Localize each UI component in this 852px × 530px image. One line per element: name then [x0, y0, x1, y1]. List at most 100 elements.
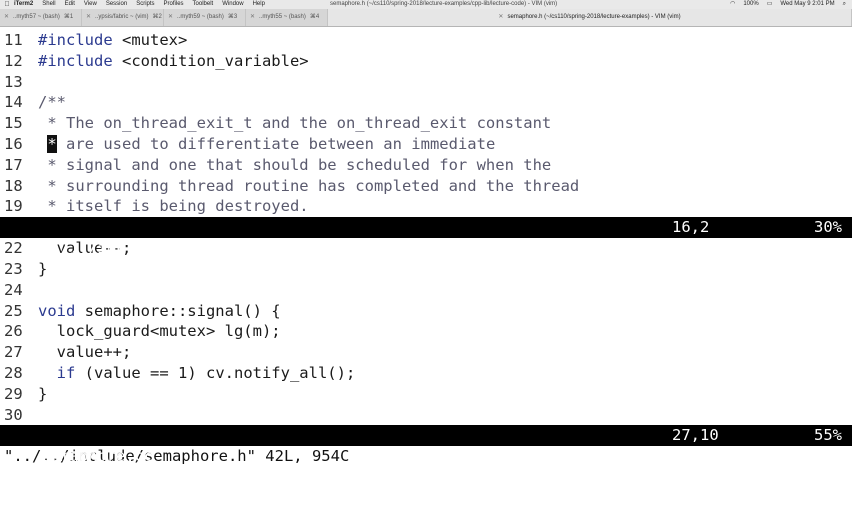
bottom-status-percent: 55%	[814, 426, 842, 445]
code-line[interactable]: 27 value++;	[0, 342, 852, 363]
menu-item-toolbelt[interactable]: Toolbelt	[193, 0, 214, 9]
line-number: 30	[4, 405, 23, 424]
top-status-percent: 30%	[814, 218, 842, 237]
close-tab-icon[interactable]: ✕	[498, 9, 503, 26]
code-line[interactable]: 19 * itself is being destroyed.	[0, 196, 852, 217]
code-line[interactable]: 11 #include <mutex>	[0, 30, 852, 51]
line-number: 28	[4, 363, 23, 382]
tab-bar: ✕ ..myth57 ~ (bash) ⌘1 ✕ ..ypsis/fabric ~ (v…	[0, 9, 852, 27]
top-pane[interactable]: 11 #include <mutex> 12 #include <condition_…	[0, 30, 852, 217]
tab-1[interactable]: ✕ ..myth57 ~ (bash) ⌘1	[0, 9, 82, 26]
close-tab-icon[interactable]: ✕	[250, 9, 255, 26]
apple-icon[interactable]: 	[0, 0, 14, 9]
code-line[interactable]: 26 lock_guard<mutex> lg(m);	[0, 321, 852, 342]
tab-shortcut: ⌘4	[309, 14, 320, 20]
battery-icon[interactable]: ▭	[767, 0, 773, 9]
status-area: ◠ 100% ▭ Wed May 9 2:01 PM ⌕	[730, 0, 846, 9]
bottom-status-line: semaphore.cc 27,10 55%	[0, 425, 852, 465]
bottom-pane[interactable]: 22 value--;23}2425void semaphore::signal…	[0, 238, 852, 425]
top-status-file: ../../include/semaphore.h	[41, 239, 275, 258]
tab-shortcut: ⌘2	[152, 14, 162, 20]
code-line[interactable]: 17 * signal and one that should be sched…	[0, 155, 852, 176]
code-token: <mutex>	[112, 31, 188, 49]
code-line[interactable]: 16 * are used to differentiate between a…	[0, 134, 852, 155]
top-status-position: 16,2	[672, 218, 710, 237]
menu-item-edit[interactable]: Edit	[65, 0, 75, 9]
vim-editor[interactable]: 11 #include <mutex> 12 #include <condition_…	[0, 30, 852, 467]
code-token: /**	[38, 93, 66, 112]
line-number: 26	[4, 322, 23, 341]
tab-label: ..ypsis/fabric ~ (vim)	[95, 14, 149, 20]
menu-items: Shell Edit View Session Scripts Profiles Toolb…	[42, 0, 274, 9]
code-token: * The on_thread_exit_t and the on_thread…	[38, 114, 552, 133]
tab-5[interactable]: ✕ semaphore.h (~/cs110/spring-2018/lectur…	[328, 9, 852, 26]
code-token: are used to differentiate between an imm…	[56, 134, 496, 153]
close-tab-icon[interactable]: ✕	[168, 9, 173, 26]
line-number: 11	[4, 31, 23, 49]
code-line[interactable]: 12 #include <condition_variable>	[0, 51, 852, 72]
line-number: 27	[4, 343, 23, 362]
tab-4[interactable]: ✕ ..myth55 ~ (bash) ⌘4	[246, 9, 328, 26]
window-title: semaphore.h (~/cs110/spring-2018/lecture…	[330, 1, 558, 7]
line-number: 18	[4, 176, 23, 195]
code-token: if	[56, 363, 76, 382]
line-number: 15	[4, 114, 23, 133]
line-number: 16	[4, 134, 23, 153]
code-token: void	[38, 301, 76, 320]
search-icon[interactable]: ⌕	[843, 0, 846, 9]
code-token: lock_guard<mutex> lg(m);	[38, 322, 281, 341]
code-token: #include	[38, 51, 113, 70]
tab-label: ..myth59 ~ (bash)	[177, 14, 224, 20]
line-number: 17	[4, 155, 23, 174]
code-line[interactable]: 24	[0, 280, 852, 301]
close-tab-icon[interactable]: ✕	[86, 9, 91, 26]
code-line[interactable]: 30	[0, 405, 852, 426]
code-line[interactable]: 23}	[0, 259, 852, 280]
code-line[interactable]: 25void semaphore::signal() {	[0, 301, 852, 322]
code-line[interactable]: 28 if (value == 1) cv.notify_all();	[0, 363, 852, 384]
menu-bar:  iTerm2 Shell Edit View Session Scripts Prof…	[0, 0, 852, 9]
battery-text[interactable]: 100%	[743, 0, 758, 9]
code-line[interactable]: 18 * surrounding thread routine has comp…	[0, 176, 852, 197]
bottom-status-position: 27,10	[672, 426, 719, 445]
menu-item-scripts[interactable]: Scripts	[136, 0, 154, 9]
top-status-line: ../../include/semaphore.h 16,2 30%	[0, 217, 852, 257]
line-number: 19	[4, 197, 23, 216]
tab-label: ..myth57 ~ (bash)	[13, 14, 60, 20]
menu-item-profiles[interactable]: Profiles	[164, 0, 184, 9]
menu-item-session[interactable]: Session	[106, 0, 127, 9]
code-token: * signal and one that should be schedule…	[38, 155, 552, 174]
code-token: }	[38, 384, 48, 403]
text-cursor: *	[47, 134, 57, 153]
code-line[interactable]: 15 * The on_thread_exit_t and the on_thr…	[0, 113, 852, 134]
code-line[interactable]: 14 /**	[0, 92, 852, 113]
tab-3[interactable]: ✕ ..myth59 ~ (bash) ⌘3	[164, 9, 246, 26]
menu-item-view[interactable]: View	[84, 0, 97, 9]
line-number: 13	[4, 72, 23, 91]
line-number: 29	[4, 384, 23, 403]
menu-item-shell[interactable]: Shell	[42, 0, 55, 9]
tab-label: semaphore.h (~/cs110/spring-2018/lecture…	[507, 14, 681, 20]
code-line[interactable]: 13	[0, 72, 852, 93]
menu-item-help[interactable]: Help	[253, 0, 265, 9]
menu-app[interactable]: iTerm2	[14, 0, 33, 9]
tab-shortcut: ⌘1	[63, 14, 74, 20]
code-token: value++;	[38, 343, 132, 362]
code-token: <condition_variable>	[112, 51, 309, 70]
code-line[interactable]: 29}	[0, 384, 852, 405]
clock[interactable]: Wed May 9 2:01 PM	[780, 0, 834, 9]
wifi-icon[interactable]: ◠	[730, 0, 735, 9]
line-number: 14	[4, 93, 23, 112]
menu-item-window[interactable]: Window	[222, 0, 243, 9]
tab-2[interactable]: ✕ ..ypsis/fabric ~ (vim) ⌘2	[82, 9, 164, 26]
tab-label: ..myth55 ~ (bash)	[259, 14, 306, 20]
bottom-status-file: semaphore.cc	[41, 447, 154, 466]
close-tab-icon[interactable]: ✕	[4, 9, 9, 26]
code-token: * surrounding thread routine has complet…	[38, 176, 580, 195]
code-token: #include	[38, 31, 113, 49]
line-number: 12	[4, 51, 23, 70]
code-token: * itself is being destroyed.	[38, 197, 309, 216]
code-token: (value == 1) cv.notify_all();	[75, 363, 356, 382]
